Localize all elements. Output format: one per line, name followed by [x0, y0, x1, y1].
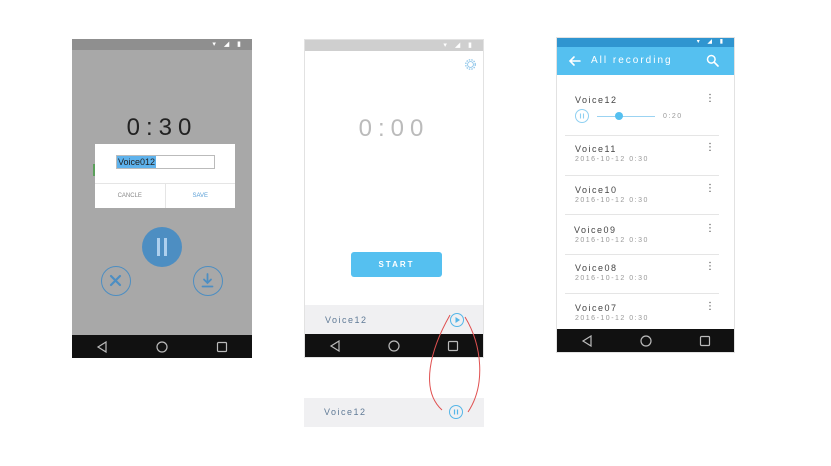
recording-date: 2016-10-12 0:30	[575, 237, 649, 244]
more-options-icon[interactable]: ⋮	[705, 94, 715, 104]
recording-screen-save-dialog: ▾ ◢ ▮ 0:30 Voice012 CANCLE SAVE	[72, 39, 252, 358]
recording-date: 2016-10-12 0:30	[575, 156, 649, 163]
page-title: All recording	[591, 55, 673, 66]
home-icon[interactable]	[388, 339, 400, 352]
settings-gear-icon[interactable]	[465, 59, 476, 70]
back-arrow-icon[interactable]	[568, 54, 582, 68]
status-icons: ▾ ◢ ▮	[212, 41, 244, 48]
back-icon[interactable]	[329, 339, 341, 352]
now-playing-title: Voice12	[325, 315, 368, 325]
back-icon[interactable]	[96, 340, 108, 353]
save-button[interactable]: SAVE	[166, 184, 236, 208]
recording-item[interactable]: Voice10 2016-10-12 0:30 ⋮	[565, 184, 719, 215]
playback-progress-thumb[interactable]	[615, 112, 623, 120]
system-navbar	[72, 335, 252, 358]
recording-date: 2016-10-12 0:30	[575, 275, 649, 282]
discard-button[interactable]	[101, 266, 131, 296]
recording-name: Voice10	[575, 185, 618, 195]
now-playing-title: Voice12	[324, 407, 367, 417]
status-icons: ▾ ◢ ▮	[696, 39, 726, 45]
back-icon[interactable]	[581, 334, 593, 347]
status-icons: ▾ ◢ ▮	[443, 42, 475, 49]
app-bar: All recording	[557, 47, 734, 75]
more-options-icon[interactable]: ⋮	[705, 302, 715, 312]
recording-date: 2016-10-12 0:30	[575, 315, 649, 322]
timer-display: 0:00	[358, 115, 430, 142]
recording-item[interactable]: Voice07 2016-10-12 0:30 ⋮	[565, 302, 719, 327]
start-button[interactable]: START	[351, 252, 442, 277]
more-options-icon[interactable]: ⋮	[705, 143, 715, 153]
status-bar: ▾ ◢ ▮	[557, 38, 734, 47]
filename-selection: Voice012	[117, 156, 157, 168]
playback-time: 0:20	[663, 113, 683, 120]
recents-icon[interactable]	[216, 341, 228, 353]
home-icon[interactable]	[639, 334, 652, 347]
recording-item[interactable]: Voice09 2016-10-12 0:30 ⋮	[565, 224, 719, 255]
search-icon[interactable]	[706, 54, 719, 67]
recording-timer: 0:30	[126, 114, 198, 141]
recordings-list-screen: ▾ ◢ ▮ All recording Voice12 ⋮ 0:20 Voice…	[556, 37, 735, 353]
recording-item[interactable]: Voice08 2016-10-12 0:30 ⋮	[565, 262, 719, 294]
more-options-icon[interactable]: ⋮	[705, 184, 715, 194]
pause-button[interactable]	[575, 109, 589, 123]
status-bar: ▾ ◢ ▮	[72, 39, 252, 50]
download-icon	[201, 273, 214, 288]
close-icon	[109, 274, 122, 287]
recording-name: Voice12	[575, 95, 618, 105]
playback-progress-track[interactable]	[597, 116, 655, 117]
pause-icon	[579, 113, 585, 119]
cancel-button[interactable]: CANCLE	[95, 184, 166, 208]
recording-name: Voice08	[575, 263, 618, 273]
system-navbar	[557, 329, 734, 352]
more-options-icon[interactable]: ⋮	[705, 262, 715, 272]
transition-arrow-annotation	[429, 314, 481, 413]
recording-name: Voice09	[574, 225, 617, 235]
recording-date: 2016-10-12 0:30	[575, 197, 649, 204]
download-button[interactable]	[193, 266, 223, 296]
recording-name: Voice07	[575, 303, 618, 313]
home-icon[interactable]	[156, 340, 168, 353]
recording-name: Voice11	[575, 144, 617, 154]
more-options-icon[interactable]: ⋮	[705, 224, 715, 234]
recording-item[interactable]: Voice11 2016-10-12 0:30 ⋮	[565, 143, 719, 176]
status-bar: ▾ ◢ ▮	[305, 40, 483, 51]
pause-button[interactable]	[142, 227, 182, 267]
recording-item-playing[interactable]: Voice12 ⋮ 0:20	[565, 94, 719, 136]
rename-dialog: Voice012 CANCLE SAVE	[95, 144, 235, 208]
recents-icon[interactable]	[699, 335, 711, 347]
